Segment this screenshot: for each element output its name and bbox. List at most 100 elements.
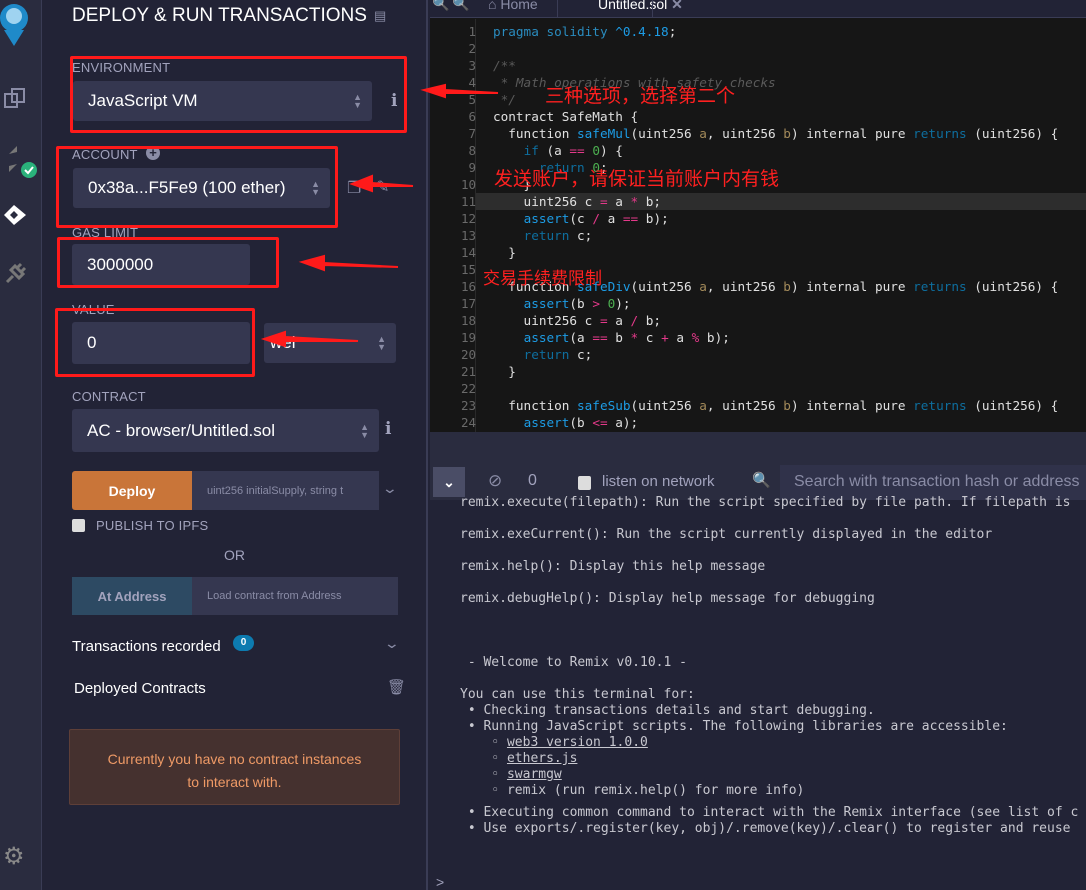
line-number: 6	[468, 109, 476, 124]
collapse-terminal-button[interactable]: ⌄	[433, 467, 465, 497]
library-link[interactable]: ethers.js	[507, 751, 577, 766]
code-token: uint256 c	[493, 194, 600, 209]
terminal-line: ◦ swarmgw	[460, 767, 562, 782]
unit-value: wei	[270, 333, 296, 352]
listen-network-checkbox[interactable]	[578, 476, 591, 490]
code-token: a	[599, 211, 623, 226]
tab-label: Home	[500, 0, 538, 12]
code-token: (c	[569, 211, 593, 226]
deploy-run-icon[interactable]	[2, 203, 28, 227]
plugin-manager-icon[interactable]	[3, 260, 27, 284]
terminal-line: remix.execute(filepath): Run the script …	[460, 495, 1070, 510]
code-line: assert(c / a == b);	[493, 211, 669, 226]
at-address-button[interactable]: At Address	[72, 577, 192, 615]
code-token: returns	[913, 126, 967, 141]
code-line: /**	[493, 58, 516, 73]
code-token: a	[607, 194, 631, 209]
code-token: ==	[592, 330, 608, 345]
terminal-prompt[interactable]: >	[436, 874, 444, 890]
edit-icon[interactable]: ✎	[376, 177, 389, 197]
library-link[interactable]: swarmgw	[507, 767, 562, 782]
terminal-line: ◦ web3 version 1.0.0	[460, 735, 648, 750]
transactions-recorded-label[interactable]: Transactions recorded	[72, 638, 221, 655]
zoom-out-icon[interactable]: 🔍	[432, 0, 449, 12]
code-editor[interactable]: 🔍 🔍 ⌂ Home Untitled.sol ✕ 1 pragma solidi…	[430, 0, 1086, 432]
chevron-down-icon[interactable]: ⌄	[384, 635, 400, 652]
terminal-line: ◦ ethers.js	[460, 751, 577, 766]
code-line: uint256 c = a * b;	[493, 194, 662, 209]
code-token: if	[523, 143, 539, 158]
deploy-run-panel: DEPLOY & RUN TRANSACTIONS ▤ ENVIRONMENT …	[42, 0, 428, 890]
contract-info-icon[interactable]: i	[385, 419, 391, 439]
docs-book-icon[interactable]: ▤	[374, 8, 386, 24]
settings-gear-icon[interactable]: ⚙	[3, 842, 25, 871]
terminal-text: • Checking transactions details and star…	[460, 703, 875, 718]
code-token: b);	[699, 330, 730, 345]
code-token: );	[615, 296, 631, 311]
code-token: /	[630, 313, 639, 328]
terminal-line: • Use exports/.register(key, obj)/.remov…	[460, 821, 1071, 836]
code-token: a);	[607, 415, 639, 430]
code-token: (uint256	[630, 398, 700, 413]
terminal-line: • Checking transactions details and star…	[460, 703, 875, 718]
editor-tabs: 🔍 🔍 ⌂ Home Untitled.sol ✕	[430, 0, 1086, 18]
clear-console-icon[interactable]: ⊘	[488, 471, 502, 491]
code-token: c;	[569, 347, 593, 362]
terminal-line: remix.exeCurrent(): Run the script curre…	[460, 527, 992, 542]
code-token: a	[668, 330, 692, 345]
code-token: (a	[569, 330, 593, 345]
zoom-in-icon[interactable]: 🔍	[452, 0, 469, 12]
file-explorer-icon[interactable]	[3, 86, 27, 110]
value-unit-select[interactable]: wei ▲ ▼	[264, 323, 396, 363]
code-line: function safeSub(uint256 a, uint256 b) i…	[493, 398, 1058, 413]
code-token: (uint256) {	[966, 398, 1059, 413]
contract-address-input[interactable]: Load contract from Address	[192, 577, 398, 615]
code-line: assert(a == b * c + a % b);	[493, 330, 730, 345]
no-instances-alert: Currently you have no contract instances…	[69, 729, 400, 805]
code-token: function	[493, 398, 578, 413]
code-line: assert(b <= a);	[493, 415, 639, 430]
line-number: 22	[460, 381, 476, 396]
close-tab-icon[interactable]: ✕	[671, 0, 683, 12]
trash-icon[interactable]: 🗑	[387, 678, 406, 696]
code-token: , uint256	[706, 398, 784, 413]
code-token: (b	[569, 415, 593, 430]
terminal-text: • Use exports/.register(key, obj)/.remov…	[460, 821, 1071, 836]
tab-home[interactable]: ⌂ Home	[488, 0, 538, 12]
line-number: 3	[468, 58, 476, 73]
publish-ipfs-checkbox[interactable]	[72, 519, 85, 532]
line-number: 4	[468, 75, 476, 90]
code-token: b);	[638, 211, 669, 226]
line-number: 12	[460, 211, 476, 226]
deploy-params-input[interactable]: uint256 initialSupply, string t	[192, 471, 379, 510]
code-token: returns	[913, 398, 967, 413]
terminal-text: • Executing common command to interact w…	[460, 805, 1079, 820]
annotation-account: 发送账户，请保证当前账户内有钱	[494, 168, 780, 190]
listen-network-label: listen on network	[602, 473, 715, 490]
deploy-button[interactable]: Deploy	[72, 471, 192, 510]
library-link[interactable]: web3 version 1.0.0	[507, 735, 648, 750]
line-number: 2	[468, 41, 476, 56]
line-number: 5	[468, 92, 476, 107]
code-token: 0	[592, 143, 600, 158]
code-token: =	[599, 194, 608, 209]
code-token: ==	[569, 143, 585, 158]
remix-logo-icon[interactable]	[0, 0, 40, 48]
code-token: a	[699, 398, 707, 413]
contract-label: CONTRACT	[72, 389, 146, 404]
code-token: a	[699, 126, 707, 141]
chevron-down-icon[interactable]: ⌄	[382, 480, 398, 497]
tab-untitled-sol[interactable]: Untitled.sol ✕	[598, 0, 683, 13]
code-line: contract SafeMath {	[493, 109, 638, 124]
code-token: returns	[913, 279, 967, 294]
code-token: b	[607, 330, 631, 345]
contract-select[interactable]: AC - browser/Untitled.sol ▲ ▼	[72, 409, 379, 452]
terminal-text: - Welcome to Remix v0.10.1 -	[460, 655, 687, 670]
compiler-icon[interactable]	[5, 144, 39, 180]
copy-icon[interactable]: ❐	[347, 178, 361, 198]
terminal-line: - Welcome to Remix v0.10.1 -	[460, 655, 687, 670]
code-token: pragma solidity	[493, 24, 616, 39]
code-token: a	[699, 279, 707, 294]
